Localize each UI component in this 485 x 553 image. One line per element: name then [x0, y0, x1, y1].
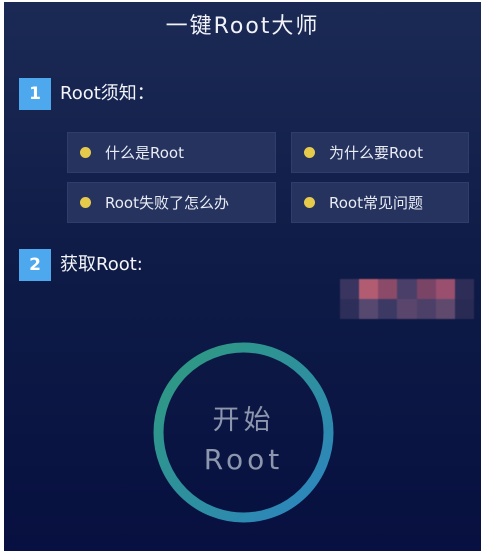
- bullet-dot-icon: [304, 147, 315, 158]
- faq-why-root-button[interactable]: 为什么要Root: [291, 132, 469, 173]
- faq-common-questions-button[interactable]: Root常见问题: [291, 182, 469, 223]
- step-2-label: 获取Root:: [60, 254, 143, 275]
- start-label-line1: 开始: [212, 404, 275, 436]
- bullet-dot-icon: [80, 147, 91, 158]
- faq-item-label: Root失败了怎么办: [105, 194, 229, 212]
- page-title: 一键Root大师: [165, 14, 320, 39]
- faq-root-failed-button[interactable]: Root失败了怎么办: [67, 182, 276, 223]
- redacted-device-info: [340, 279, 474, 319]
- step-1-badge: 1: [19, 78, 51, 110]
- faq-item-label: 什么是Root: [105, 144, 184, 162]
- app-window: 一键Root大师 1 Root须知： 什么是Root 为什么要Root Root…: [4, 2, 481, 551]
- start-root-button[interactable]: 开始 Root: [150, 339, 337, 526]
- step-2-badge: 2: [19, 249, 51, 281]
- start-label-line2: Root: [203, 442, 284, 476]
- step-1-label: Root须知：: [60, 83, 155, 104]
- faq-item-label: 为什么要Root: [329, 144, 423, 162]
- start-root-label: 开始 Root: [150, 339, 337, 526]
- bullet-dot-icon: [304, 197, 315, 208]
- bullet-dot-icon: [80, 197, 91, 208]
- faq-item-label: Root常见问题: [329, 194, 423, 212]
- faq-what-is-root-button[interactable]: 什么是Root: [67, 132, 276, 173]
